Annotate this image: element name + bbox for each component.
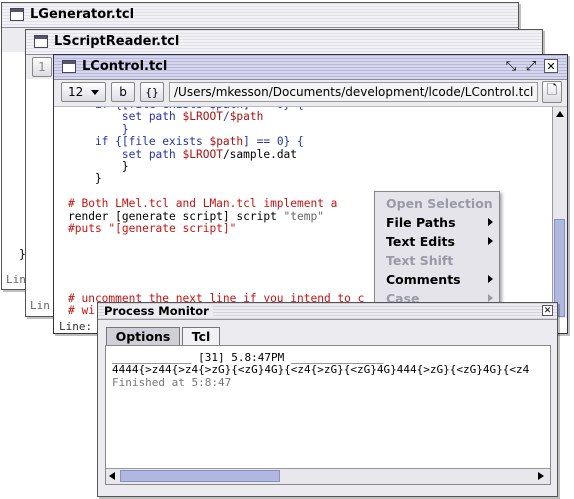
- tab-tcl[interactable]: Tcl: [182, 327, 220, 345]
- code-line: #puts "[generate script]": [68, 222, 237, 235]
- submenu-arrow-icon: [488, 294, 493, 302]
- code-token: if {[file exists: [68, 135, 210, 149]
- submenu-arrow-icon: [488, 237, 493, 245]
- code-token: }: [68, 160, 129, 173]
- lgenerator-titlebar[interactable]: LGenerator.tcl: [2, 3, 518, 28]
- tab-options[interactable]: Options: [106, 327, 180, 345]
- code-token: /: [222, 110, 230, 124]
- code-token: "temp": [283, 209, 324, 223]
- font-size-select[interactable]: 12: [61, 82, 106, 102]
- window-title: LGenerator.tcl: [30, 7, 135, 22]
- menu-item-text-shift[interactable]: Text Shift: [375, 251, 499, 270]
- menu-item-label: Comments: [386, 272, 461, 287]
- menu-item-file-paths[interactable]: File Paths: [375, 213, 499, 232]
- lscriptreader-titlebar[interactable]: LScriptReader.tcl: [26, 30, 542, 55]
- scroll-up-icon[interactable]: [556, 111, 564, 117]
- file-path-field[interactable]: /Users/mkesson/Documents/development/lco…: [169, 82, 538, 102]
- output-finished: Finished at 5:8:47: [112, 376, 232, 389]
- window-title: LScriptReader.tcl: [54, 34, 180, 49]
- font-size-select[interactable]: 1: [32, 57, 52, 77]
- submenu-arrow-icon: [488, 275, 493, 283]
- braces-button[interactable]: {}: [140, 82, 164, 102]
- file-icon[interactable]: 🗋: [542, 81, 562, 103]
- document-icon: [62, 60, 76, 73]
- scroll-right-icon[interactable]: [538, 472, 544, 480]
- menu-item-label: Text Edits: [386, 234, 455, 249]
- bold-button[interactable]: b: [111, 82, 135, 102]
- status-bar: Lin: [6, 273, 26, 286]
- code-token: $path: [229, 110, 264, 124]
- process-monitor-titlebar[interactable]: Process Monitor ✕: [98, 303, 557, 320]
- code-line: }: [68, 173, 102, 185]
- chevron-down-icon: [91, 90, 99, 95]
- output-line: 4444{>z44{>z4{>zG}{<zG}4G}{<z4{>zG}{<zG}…: [112, 363, 530, 376]
- menu-item-text-edits[interactable]: Text Edits: [375, 232, 499, 251]
- menu-item-label: File Paths: [386, 215, 456, 230]
- code-token: # Both LMel.tcl and LMan.tcl implement a: [68, 197, 338, 211]
- scroll-thumb[interactable]: [120, 470, 280, 482]
- code-token: ] == 0} {: [243, 135, 304, 149]
- menu-item-comments[interactable]: Comments: [375, 270, 499, 289]
- vertical-scrollbar[interactable]: [552, 107, 567, 318]
- submenu-arrow-icon: [488, 218, 493, 226]
- minimize-icon[interactable]: ⤡: [504, 60, 518, 74]
- document-icon: [10, 8, 24, 21]
- code-token: $path: [209, 135, 244, 149]
- code-token: /sample.dat: [222, 147, 298, 161]
- status-bar: Lin: [30, 299, 50, 312]
- lcontrol-titlebar[interactable]: LControl.tcl ⤡ ⤢ ✕: [54, 55, 567, 80]
- menu-item-open-selection[interactable]: Open Selection: [375, 194, 499, 213]
- process-monitor-title: Process Monitor: [104, 304, 213, 318]
- menu-item-label: Text Shift: [386, 253, 454, 268]
- code-token: $LROOT: [182, 110, 223, 124]
- menu-item-label: Open Selection: [386, 196, 493, 211]
- code-token: render [generate script] script: [68, 209, 284, 223]
- close-icon[interactable]: ✕: [544, 59, 558, 73]
- code-token: #puts "[generate script]": [68, 222, 237, 235]
- code-token: set path: [68, 147, 183, 161]
- code-comment-line: # wi: [68, 304, 95, 317]
- close-icon[interactable]: ✕: [542, 305, 553, 316]
- lcontrol-toolbar: 12 b {} /Users/mkesson/Documents/develop…: [54, 80, 567, 107]
- maximize-icon[interactable]: ⤢: [524, 60, 538, 74]
- process-monitor-window[interactable]: Process Monitor ✕ Options Tcl __________…: [97, 302, 558, 497]
- window-title: LControl.tcl: [82, 59, 168, 74]
- scroll-left-icon[interactable]: [109, 472, 115, 480]
- document-icon: [34, 35, 48, 48]
- code-token: $LROOT: [182, 147, 223, 161]
- code-token: }: [68, 172, 102, 186]
- font-size-value: 12: [68, 85, 84, 99]
- code-token: set path: [68, 110, 183, 124]
- output-panel: ____________ [31] 5.8:47PM _____________…: [105, 345, 551, 485]
- code-token: }: [68, 122, 129, 136]
- horizontal-scrollbar[interactable]: [106, 468, 550, 484]
